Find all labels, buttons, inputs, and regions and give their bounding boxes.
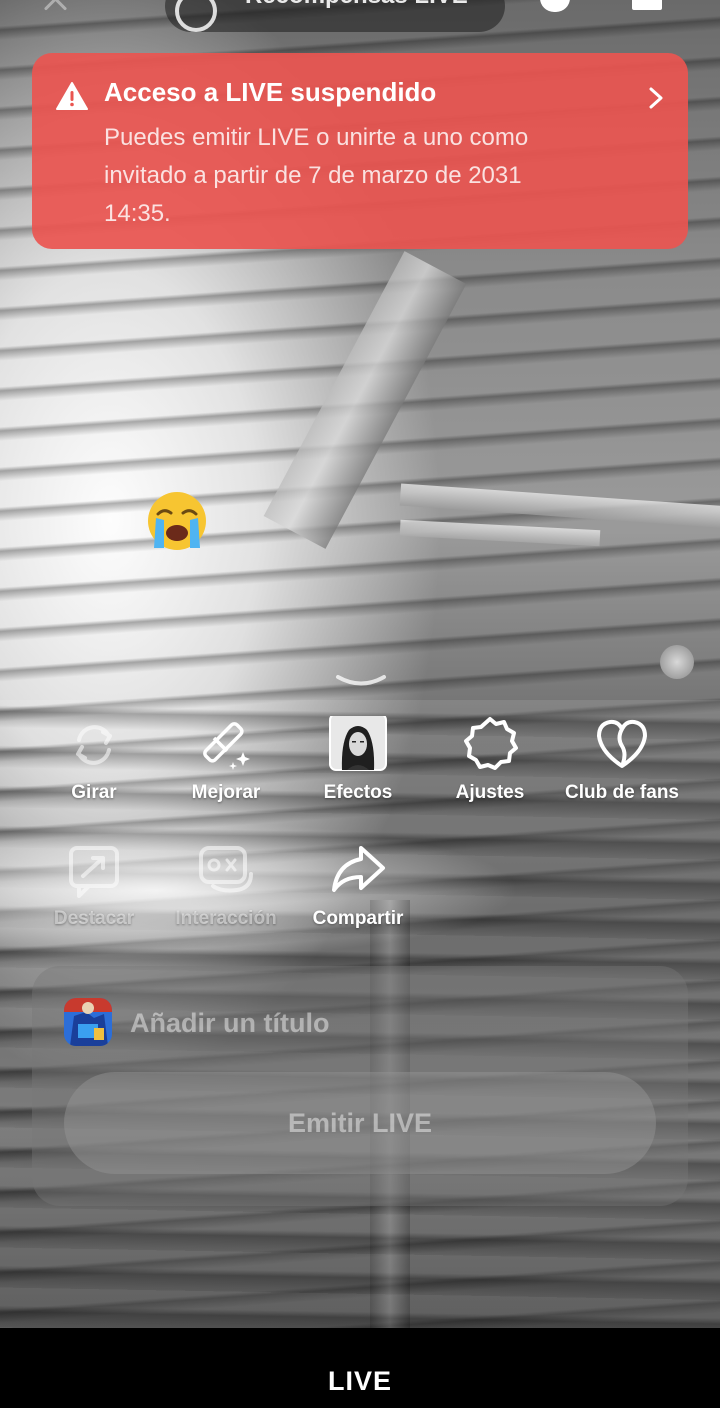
live-rewards-label: Recompensas LIVE	[245, 0, 468, 10]
tab-live[interactable]: LIVE	[0, 1366, 720, 1397]
game-controller-icon	[199, 846, 253, 893]
crying-emoji-sticker[interactable]	[146, 490, 208, 552]
avatar[interactable]	[64, 998, 112, 1046]
flip-camera-label: Girar	[71, 782, 117, 803]
promote-label: Destacar	[53, 908, 135, 929]
promote-button[interactable]: Destacar	[28, 842, 160, 952]
close-icon[interactable]	[40, 0, 70, 14]
interaction-button[interactable]: Interacción	[160, 842, 292, 952]
settings-label: Ajustes	[455, 782, 525, 803]
title-input[interactable]	[128, 1002, 652, 1044]
heart-icon	[597, 719, 647, 768]
bottom-mode-bar: LIVE	[0, 1328, 720, 1408]
go-live-button[interactable]: Emitir LIVE	[64, 1072, 656, 1174]
go-live-card: Emitir LIVE	[32, 966, 688, 1206]
rewards-icon	[175, 0, 217, 32]
live-suspended-banner[interactable]: Acceso a LIVE suspendido Puedes emitir L…	[32, 53, 688, 249]
chevron-right-icon	[649, 87, 663, 109]
chevron-down-icon[interactable]	[334, 672, 388, 692]
enhance-button[interactable]: Mejorar	[160, 716, 292, 826]
fan-club-button[interactable]: Club de fans	[556, 716, 688, 826]
effects-button[interactable]: Efectos	[292, 716, 424, 826]
share-box-icon[interactable]	[632, 0, 662, 10]
banner-body: Puedes emitir LIVE o unirte a uno como i…	[104, 124, 529, 227]
share-button[interactable]: Compartir	[292, 842, 424, 952]
interaction-label: Interacción	[175, 908, 277, 929]
share-label: Compartir	[312, 908, 404, 929]
live-rewards-pill[interactable]: Recompensas LIVE	[165, 0, 505, 32]
enhance-label: Mejorar	[191, 782, 261, 803]
share-arrow-icon	[332, 846, 385, 892]
promote-arrow-icon	[69, 846, 119, 898]
magic-wand-icon	[203, 722, 250, 770]
camera-light-dot	[660, 645, 694, 679]
flip-camera-button[interactable]: Girar	[28, 716, 160, 826]
settings-button[interactable]: Ajustes	[424, 716, 556, 826]
fan-club-label: Club de fans	[564, 782, 679, 803]
flip-camera-icon	[76, 725, 112, 765]
banner-title: Acceso a LIVE suspendido	[104, 77, 437, 107]
warning-triangle-icon	[56, 82, 88, 110]
effects-label: Efectos	[323, 782, 393, 803]
effects-thumbnail-icon	[329, 716, 387, 771]
gear-icon	[464, 717, 518, 770]
